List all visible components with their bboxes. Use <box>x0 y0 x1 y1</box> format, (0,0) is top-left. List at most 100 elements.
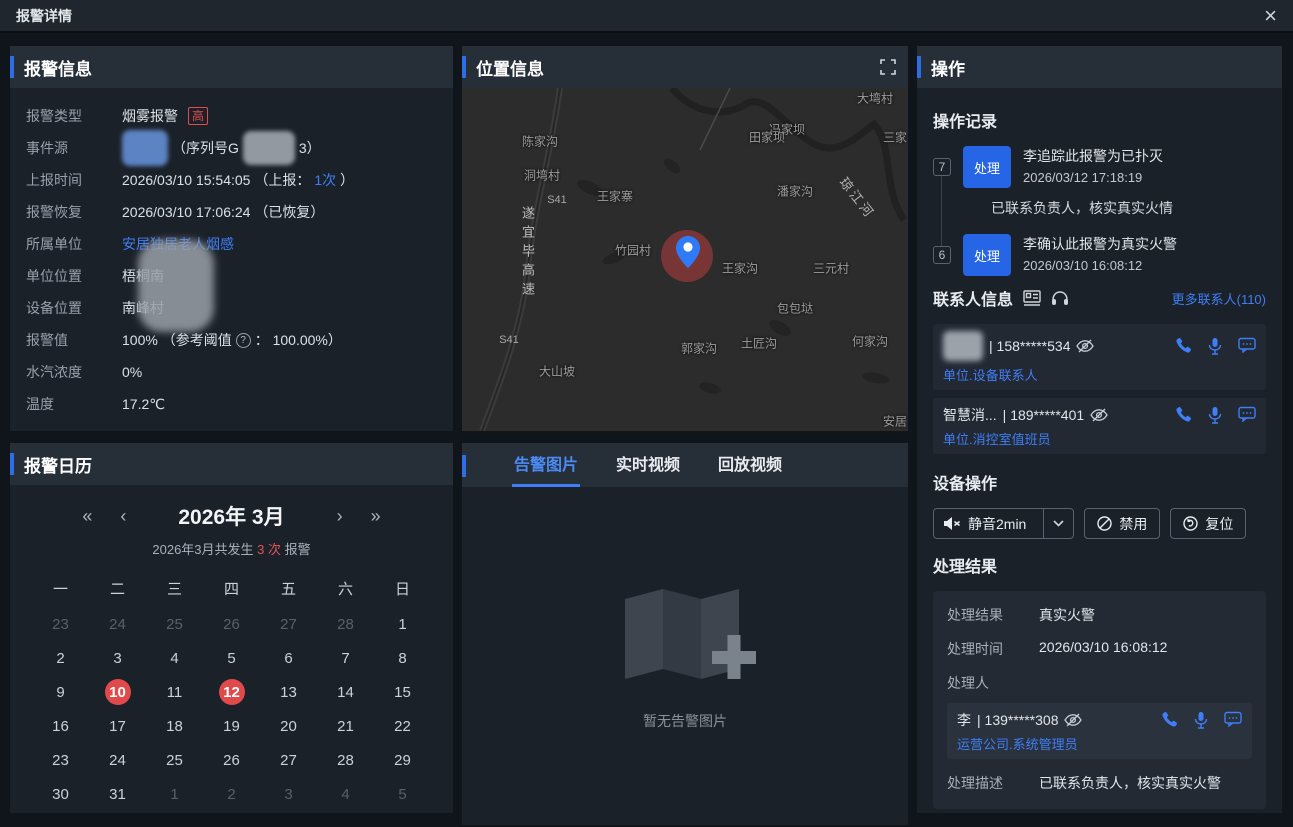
field-link[interactable]: 1次 <box>314 170 336 190</box>
calendar-day[interactable]: 12 <box>203 679 260 705</box>
calendar-day[interactable]: 14 <box>317 679 374 705</box>
calendar-day[interactable]: 26 <box>203 747 260 773</box>
calendar-day[interactable]: 6 <box>260 645 317 671</box>
calendar-day[interactable]: 27 <box>260 747 317 773</box>
calendar-day[interactable]: 11 <box>146 679 203 705</box>
mic-icon[interactable] <box>1208 406 1222 424</box>
calendar-day[interactable]: 18 <box>146 713 203 739</box>
field-label: 事件源 <box>26 138 122 158</box>
calendar-day[interactable]: 26 <box>203 611 260 637</box>
eye-off-icon[interactable] <box>1076 339 1094 353</box>
calendar-day[interactable]: 15 <box>374 679 431 705</box>
calendar-day[interactable]: 4 <box>317 781 374 807</box>
more-contacts-link[interactable]: 更多联系人(110) <box>1172 289 1266 308</box>
prev-year-icon[interactable]: « <box>82 506 92 527</box>
contact-role-link[interactable]: 单位.消控室值班员 <box>943 429 1256 448</box>
day-number: 7 <box>333 645 359 671</box>
mic-icon[interactable] <box>1208 337 1222 355</box>
calendar-day[interactable]: 9 <box>32 679 89 705</box>
field-text: ： 100.00%） <box>255 330 342 350</box>
calendar-day[interactable]: 1 <box>146 781 203 807</box>
day-number: 5 <box>219 645 245 671</box>
calendar-day[interactable]: 19 <box>203 713 260 739</box>
close-icon[interactable]: × <box>1264 5 1277 27</box>
mic-icon[interactable] <box>1194 711 1208 729</box>
map-pin-icon[interactable] <box>676 236 700 268</box>
calendar-day[interactable]: 25 <box>146 747 203 773</box>
phone-icon[interactable] <box>1161 711 1178 729</box>
day-number: 13 <box>276 679 302 705</box>
contact-card-icon[interactable] <box>1023 290 1041 306</box>
accent-bar <box>10 453 14 475</box>
calendar-day[interactable]: 13 <box>260 679 317 705</box>
timeline-index: 6 <box>933 246 951 264</box>
calendar-day[interactable]: 8 <box>374 645 431 671</box>
calendar-day[interactable]: 24 <box>89 611 146 637</box>
tab-2[interactable]: 回放视频 <box>716 443 784 487</box>
weekday-label: 五 <box>260 578 317 599</box>
next-month-icon[interactable]: › <box>337 506 343 527</box>
calendar-day[interactable]: 23 <box>32 611 89 637</box>
tab-0[interactable]: 告警图片 <box>512 443 580 487</box>
calendar-day[interactable]: 22 <box>374 713 431 739</box>
calendar-day[interactable]: 31 <box>89 781 146 807</box>
day-number: 22 <box>390 713 416 739</box>
contact-role-link[interactable]: 运营公司.系统管理员 <box>957 734 1242 753</box>
calendar-grid: 2324252627281234567891011121314151617181… <box>10 611 453 807</box>
day-number: 28 <box>333 611 359 637</box>
day-number: 5 <box>390 781 416 807</box>
next-year-icon[interactable]: » <box>371 506 381 527</box>
result-label: 处理人 <box>947 673 1039 693</box>
chat-icon[interactable] <box>1224 711 1242 729</box>
calendar-day[interactable]: 10 <box>89 679 146 705</box>
calendar-day[interactable]: 7 <box>317 645 374 671</box>
calendar-day[interactable]: 2 <box>32 645 89 671</box>
chat-icon[interactable] <box>1238 406 1256 424</box>
calendar-day[interactable]: 30 <box>32 781 89 807</box>
calendar-day[interactable]: 23 <box>32 747 89 773</box>
contact-role-link[interactable]: 单位.设备联系人 <box>943 365 1256 384</box>
calendar-day[interactable]: 5 <box>203 645 260 671</box>
phone-icon[interactable] <box>1175 337 1192 355</box>
calendar-day[interactable]: 27 <box>260 611 317 637</box>
mute-dropdown[interactable] <box>1043 509 1073 538</box>
day-number: 1 <box>162 781 188 807</box>
tab-1[interactable]: 实时视频 <box>614 443 682 487</box>
calendar-day[interactable]: 20 <box>260 713 317 739</box>
help-icon[interactable]: ? <box>236 333 251 348</box>
calendar-day[interactable]: 17 <box>89 713 146 739</box>
device-buttons: 静音2min 禁用 <box>933 508 1266 539</box>
headset-icon[interactable] <box>1051 290 1069 307</box>
mute-button[interactable]: 静音2min <box>933 508 1074 539</box>
result-desc: 已联系负责人，核实真实火警 <box>1039 773 1221 793</box>
calendar-day[interactable]: 4 <box>146 645 203 671</box>
location-map[interactable]: 遂宜毕高速 琼江河 冯家坝大塆村陈家沟田家坝三家洞塆村王家寨潘家沟竹园村王家沟三… <box>462 88 908 431</box>
disable-button[interactable]: 禁用 <box>1084 508 1160 539</box>
calendar-day[interactable]: 5 <box>374 781 431 807</box>
accent-bar <box>462 56 466 78</box>
reset-button[interactable]: 复位 <box>1170 508 1246 539</box>
calendar-day[interactable]: 28 <box>317 747 374 773</box>
calendar-day[interactable]: 29 <box>374 747 431 773</box>
calendar-day[interactable]: 2 <box>203 781 260 807</box>
phone-icon[interactable] <box>1175 406 1192 424</box>
calendar-day[interactable]: 1 <box>374 611 431 637</box>
calendar-day[interactable]: 16 <box>32 713 89 739</box>
location-panel: 位置信息 <box>462 46 908 431</box>
chat-icon[interactable] <box>1238 337 1256 355</box>
calendar-day[interactable]: 21 <box>317 713 374 739</box>
result-row: 处理结果真实火警 <box>947 605 1252 625</box>
fullscreen-icon[interactable] <box>880 59 896 75</box>
calendar-day[interactable]: 28 <box>317 611 374 637</box>
timeline-index: 7 <box>933 158 951 176</box>
result-section-title: 处理结果 <box>933 553 1266 577</box>
day-number: 20 <box>276 713 302 739</box>
eye-off-icon[interactable] <box>1064 713 1082 727</box>
calendar-day[interactable]: 3 <box>89 645 146 671</box>
calendar-day[interactable]: 25 <box>146 611 203 637</box>
prev-month-icon[interactable]: ‹ <box>120 506 126 527</box>
field-text: 烟雾报警 <box>122 106 178 126</box>
calendar-day[interactable]: 24 <box>89 747 146 773</box>
eye-off-icon[interactable] <box>1090 408 1108 422</box>
calendar-day[interactable]: 3 <box>260 781 317 807</box>
